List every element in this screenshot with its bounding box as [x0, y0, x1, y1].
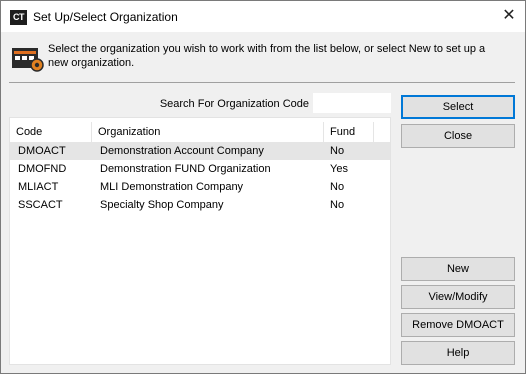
search-label: Search For Organization Code [159, 98, 309, 110]
organization-building-icon [12, 48, 44, 72]
list-header: Code Organization Fund [10, 122, 390, 142]
title-bar[interactable]: CT Set Up/Select Organization ✕ [1, 1, 525, 32]
help-button[interactable]: Help [401, 341, 515, 365]
select-button[interactable]: Select [401, 95, 515, 119]
info-message: Select the organization you wish to work… [48, 43, 486, 69]
cell-fund: Yes [330, 163, 348, 175]
cell-organization: MLI Demonstration Company [100, 181, 244, 193]
ct-app-icon: CT [10, 10, 27, 25]
separator-line [9, 82, 515, 83]
cell-organization: Demonstration Account Company [100, 145, 264, 157]
close-button[interactable]: Close [401, 124, 515, 148]
cell-fund: No [330, 145, 345, 157]
view-modify-button[interactable]: View/Modify [401, 285, 515, 309]
setup-select-organization-dialog: CT Set Up/Select Organization ✕ Select t… [0, 0, 526, 374]
info-banner: Select the organization you wish to work… [1, 32, 525, 82]
cell-organization: Specialty Shop Company [100, 199, 224, 211]
cell-organization: Demonstration FUND Organization [100, 163, 271, 175]
new-button[interactable]: New [401, 257, 515, 281]
table-row[interactable]: SSCACT Specialty Shop Company No [10, 196, 390, 214]
cell-code: MLIACT [18, 181, 59, 193]
table-row[interactable]: DMOACT Demonstration Account Company No [10, 142, 390, 160]
cell-fund: No [330, 181, 345, 193]
column-header-organization[interactable]: Organization [92, 122, 324, 142]
search-input[interactable] [313, 93, 391, 113]
column-header-fund[interactable]: Fund [324, 122, 374, 142]
column-header-code[interactable]: Code [10, 122, 92, 142]
window-title: Set Up/Select Organization [33, 10, 178, 24]
table-row[interactable]: MLIACT MLI Demonstration Company No [10, 178, 390, 196]
cell-code: DMOFND [18, 163, 67, 175]
table-row[interactable]: DMOFND Demonstration FUND Organization Y… [10, 160, 390, 178]
cell-code: SSCACT [18, 199, 63, 211]
organization-list[interactable]: Code Organization Fund DMOACT Demonstrat… [9, 117, 391, 365]
cell-fund: No [330, 199, 345, 211]
remove-button[interactable]: Remove DMOACT [401, 313, 515, 337]
cell-code: DMOACT [18, 145, 66, 157]
close-icon[interactable]: ✕ [493, 1, 525, 31]
